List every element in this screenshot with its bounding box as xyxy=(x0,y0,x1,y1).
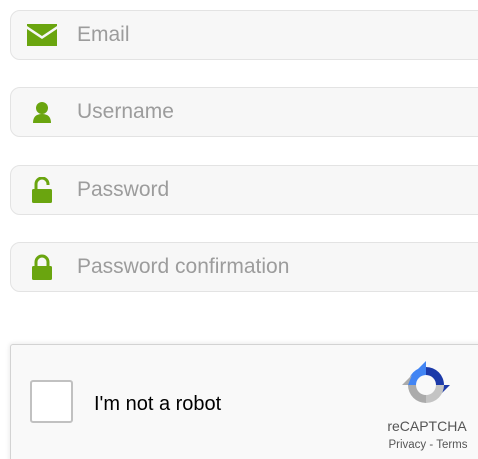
password-input[interactable] xyxy=(73,170,457,210)
recaptcha-logo-icon xyxy=(402,361,450,409)
links-separator: - xyxy=(426,439,437,451)
recaptcha-widget: I'm not a robot reCAPTCHA Privacy - Term… xyxy=(10,344,478,459)
user-icon xyxy=(11,101,73,123)
password-confirmation-input[interactable] xyxy=(73,247,457,287)
email-input[interactable] xyxy=(73,15,457,55)
recaptcha-checkbox[interactable] xyxy=(30,380,73,423)
recaptcha-brand: reCAPTCHA xyxy=(387,418,467,434)
envelope-icon xyxy=(11,24,73,46)
password-field-container xyxy=(10,165,478,215)
recaptcha-links: Privacy - Terms xyxy=(373,439,478,451)
recaptcha-label: I'm not a robot xyxy=(94,393,222,415)
lock-icon xyxy=(11,254,73,280)
terms-link[interactable]: Terms xyxy=(436,439,467,451)
username-input[interactable] xyxy=(73,92,457,132)
password-confirmation-field-container xyxy=(10,242,478,292)
unlock-icon xyxy=(11,177,73,203)
username-field-container xyxy=(10,87,478,137)
email-field-container xyxy=(10,10,478,60)
privacy-link[interactable]: Privacy xyxy=(388,439,426,451)
signup-form: I'm not a robot reCAPTCHA Privacy - Term… xyxy=(0,0,478,459)
